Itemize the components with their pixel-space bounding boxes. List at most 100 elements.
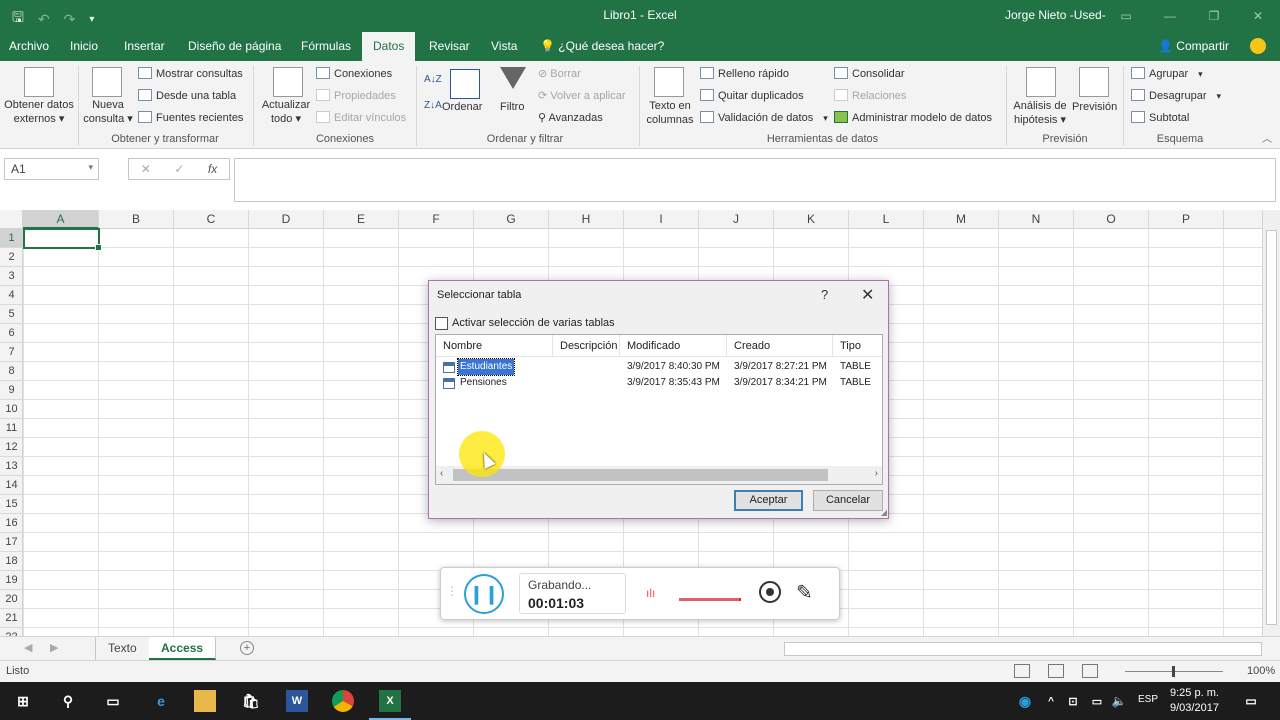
pause-button[interactable]: ❙❙ [464,574,504,614]
pen-icon[interactable]: ✎ [796,580,813,605]
file-explorer-icon[interactable] [194,690,216,712]
column-header[interactable]: P [1149,210,1224,229]
add-sheet-icon[interactable]: + [240,641,254,655]
row-header[interactable]: 13 [0,457,22,476]
sheet-tab-texto[interactable]: Texto [95,637,150,660]
vertical-scroll-thumb[interactable] [1266,230,1277,625]
collapse-ribbon-icon[interactable]: ︿ [1262,133,1272,147]
column-header[interactable]: G [474,210,549,229]
name-box[interactable]: A1 [4,158,99,180]
row-header[interactable]: 14 [0,476,22,495]
tab-diseno-pagina[interactable]: Diseño de página [188,39,281,53]
col-header-modificado[interactable]: Modificado [620,335,727,357]
volume-icon[interactable]: 🔈 [1108,690,1130,712]
row-header[interactable]: 20 [0,590,22,609]
close-icon[interactable]: ✕ [1236,0,1280,32]
subtotal-button[interactable]: Subtotal [1131,111,1189,125]
column-header[interactable]: F [399,210,474,229]
cancel-entry-icon[interactable]: ✕ [141,162,151,176]
manage-data-model-button[interactable]: Administrar modelo de datos [834,111,992,125]
tab-insertar[interactable]: Insertar [124,39,165,53]
chrome-icon[interactable] [332,690,354,712]
battery-icon[interactable]: ▭ [1086,690,1108,712]
filter-button[interactable]: Filtro [500,100,524,114]
row-header[interactable]: 2 [0,248,22,267]
ok-button[interactable]: Aceptar [734,490,803,511]
excel-icon[interactable]: X [369,690,411,720]
text-to-columns-button[interactable]: Texto en columnas [644,99,696,127]
forecast-sheet-button[interactable]: Previsión [1072,100,1117,114]
confirm-entry-icon[interactable]: ✓ [174,162,184,176]
row-header[interactable]: 16 [0,514,22,533]
sheet-tab-access[interactable]: Access [149,637,217,660]
maximize-icon[interactable]: ❐ [1192,0,1236,32]
feedback-smiley-icon[interactable] [1250,38,1266,54]
help-icon[interactable]: ? [821,287,828,302]
row-header[interactable]: 8 [0,362,22,381]
show-queries-button[interactable]: Mostrar consultas [138,67,243,81]
col-header-tipo[interactable]: Tipo [833,335,882,357]
col-header-creado[interactable]: Creado [727,335,833,357]
ribbon-display-icon[interactable]: ▭ [1104,0,1148,32]
row-header[interactable]: 5 [0,305,22,324]
network-icon[interactable]: ⊡ [1062,690,1084,712]
insert-function-icon[interactable]: fx [208,162,217,176]
share-button[interactable]: 👤 Compartir [1158,39,1229,53]
sort-button[interactable]: Ordenar [442,100,482,114]
row-header[interactable]: 17 [0,533,22,552]
tab-inicio[interactable]: Inicio [70,39,98,53]
user-name[interactable]: Jorge Nieto -Used- [1005,8,1106,22]
sort-za-icon[interactable]: Z↓A [424,99,442,113]
row-header[interactable]: 21 [0,609,22,628]
row-header[interactable]: 9 [0,381,22,400]
dialog-close-icon[interactable]: ✕ [861,285,874,305]
active-cell-a1[interactable] [23,228,102,251]
new-query-button[interactable]: Nueva consulta ▾ [82,98,134,126]
column-header[interactable]: H [549,210,624,229]
data-validation-button[interactable]: Validación de datos ▾ [700,111,828,125]
word-icon[interactable]: W [286,690,308,712]
flash-fill-button[interactable]: Relleno rápido [700,67,789,81]
row-header[interactable]: 18 [0,552,22,571]
sheet-next-icon[interactable]: ▶ [50,641,58,654]
row-header[interactable]: 19 [0,571,22,590]
consolidate-button[interactable]: Consolidar [834,67,905,81]
from-table-button[interactable]: Desde una tabla [138,89,236,103]
column-header[interactable]: A [23,210,99,229]
select-all-corner[interactable] [0,210,23,229]
tab-formulas[interactable]: Fórmulas [301,39,351,53]
row-header[interactable]: 1 [0,229,22,248]
tab-datos[interactable]: Datos [362,32,416,61]
get-external-data-button[interactable]: Obtener datos externos ▾ [3,98,75,126]
windows-start-icon[interactable]: ⊞ [12,690,34,712]
taskbar-clock[interactable]: 9:25 p. m. 9/03/2017 [1170,686,1219,716]
list-horizontal-scrollbar[interactable]: ‹ › [436,466,882,484]
edge-icon[interactable]: e [150,690,172,712]
sheet-prev-icon[interactable]: ◀ [24,641,32,654]
row-header[interactable]: 15 [0,495,22,514]
search-icon[interactable]: ⚲ [57,690,79,712]
group-button[interactable]: Agrupar ▾ [1131,67,1203,81]
row-header[interactable]: 10 [0,400,22,419]
normal-view-icon[interactable] [1014,664,1030,678]
cancel-button[interactable]: Cancelar [813,490,883,511]
tab-archivo[interactable]: Archivo [9,39,49,53]
horizontal-scrollbar[interactable] [784,642,1262,656]
recent-sources-button[interactable]: Fuentes recientes [138,111,243,125]
row-header[interactable]: 6 [0,324,22,343]
row-header[interactable]: 4 [0,286,22,305]
notifications-icon[interactable]: ▭ [1240,690,1262,712]
audio-volume-slider[interactable] [679,598,741,601]
multi-select-checkbox[interactable] [435,317,448,330]
scroll-left-icon[interactable]: ‹ [440,468,443,479]
column-header[interactable]: M [924,210,999,229]
minimize-icon[interactable]: — [1148,0,1192,32]
ungroup-button[interactable]: Desagrupar ▾ [1131,89,1221,103]
refresh-all-button[interactable]: Actualizar todo ▾ [258,98,314,126]
zoom-level[interactable]: 100% [1247,665,1275,677]
what-if-analysis-button[interactable]: Análisis de hipótesis ▾ [1010,99,1070,127]
language-indicator[interactable]: ESP [1138,694,1158,705]
column-header[interactable]: B [99,210,174,229]
row-header[interactable]: 22 [0,628,22,636]
remove-duplicates-button[interactable]: Quitar duplicados [700,89,804,103]
